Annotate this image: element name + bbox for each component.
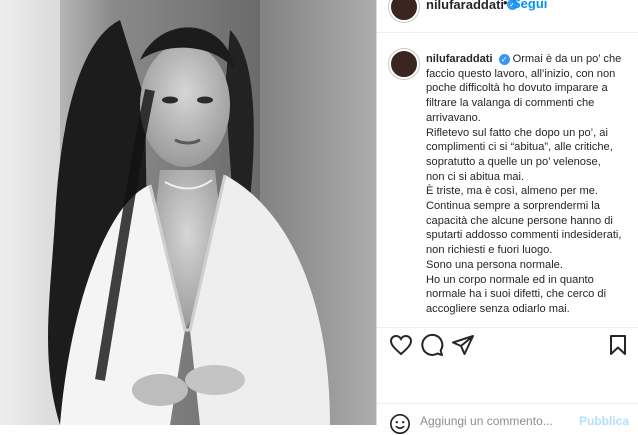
- header-divider: [377, 32, 638, 33]
- post-side-panel: nilufaraddati ✓ • Segui nilufaraddati ✓ Orm…: [376, 0, 638, 434]
- comment-input[interactable]: [420, 414, 570, 428]
- comment-divider: [377, 403, 638, 404]
- caption-username[interactable]: nilufaraddati: [426, 53, 493, 65]
- post-caption: nilufaraddati ✓ Ormai è da un po’ che facc…: [426, 52, 622, 328]
- caption-line: Rifletevo sul fatto che dopo un po’, ai …: [426, 126, 613, 183]
- verified-badge-icon: ✓: [498, 53, 510, 65]
- caption-line: Ho un corpo normale ed in quanto normale…: [426, 273, 607, 315]
- heart-icon[interactable]: [389, 333, 413, 357]
- caption-divider: [377, 327, 638, 328]
- avatar[interactable]: [389, 0, 419, 22]
- caption-line: Sono una persona normale.: [426, 258, 563, 271]
- caption-line: Continua sempre a sorprendermi la capaci…: [426, 200, 622, 257]
- bookmark-icon[interactable]: [606, 333, 630, 357]
- woman-in-bathrobe-photo: [0, 0, 376, 425]
- caption-line: È triste, ma è così, almeno per me.: [426, 185, 599, 198]
- comment-icon[interactable]: [420, 333, 444, 357]
- username-text[interactable]: nilufaraddati: [426, 0, 504, 12]
- emoji-icon[interactable]: [389, 413, 411, 435]
- share-icon[interactable]: [451, 333, 475, 357]
- publish-button[interactable]: Pubblica: [579, 414, 629, 428]
- follow-button[interactable]: Segui: [512, 0, 547, 11]
- post-photo[interactable]: [0, 0, 376, 425]
- post-header: nilufaraddati ✓ • Segui: [377, 0, 638, 22]
- separator-dot: •: [503, 0, 508, 10]
- caption-line: nilufaraddati ✓ Ormai è da un po’ che facc…: [426, 52, 622, 126]
- action-bar: [377, 333, 638, 359]
- caption-avatar[interactable]: [389, 49, 419, 79]
